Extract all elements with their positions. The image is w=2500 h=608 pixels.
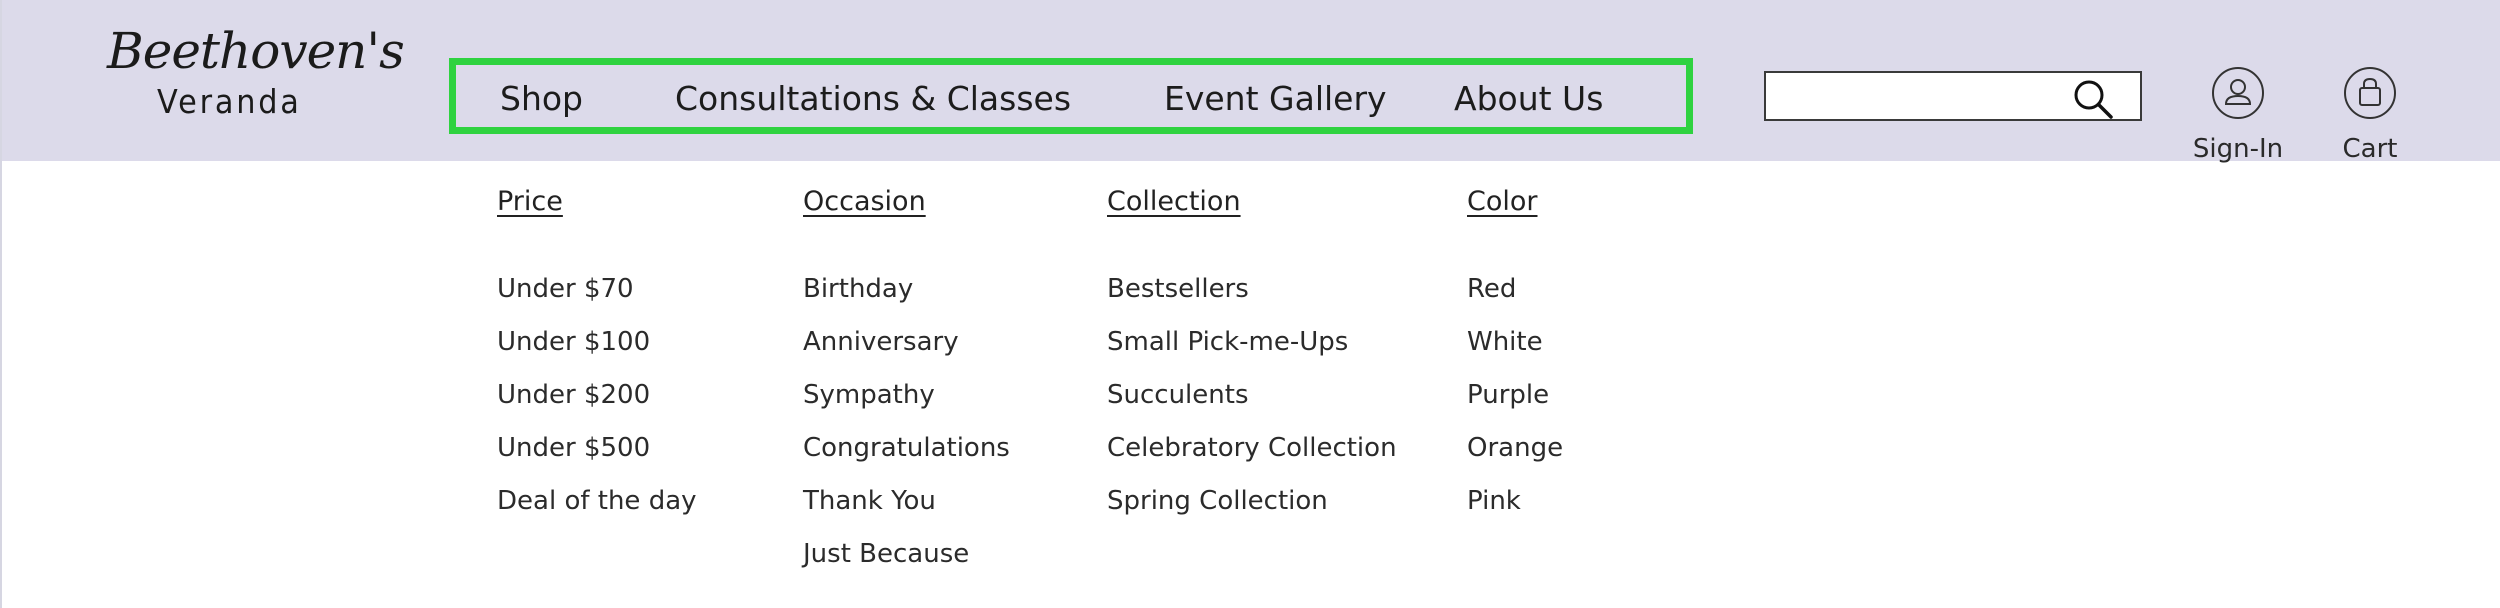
menu-item[interactable]: Celebratory Collection <box>1107 422 1397 475</box>
nav-event-gallery[interactable]: Event Gallery <box>1164 79 1387 118</box>
menu-item[interactable]: Bestsellers <box>1107 263 1397 316</box>
menu-item[interactable]: Birthday <box>803 263 1010 316</box>
main-nav: Shop Consultations & Classes Event Galle… <box>449 58 1693 134</box>
menu-heading-color[interactable]: Color <box>1467 186 1563 217</box>
menu-item[interactable]: Pink <box>1467 475 1563 528</box>
menu-heading-collection[interactable]: Collection <box>1107 186 1397 217</box>
menu-item[interactable]: Orange <box>1467 422 1563 475</box>
menu-item[interactable]: Deal of the day <box>497 475 697 528</box>
menu-column-occasion: Occasion Birthday Anniversary Sympathy C… <box>803 186 1010 581</box>
sign-in-button[interactable]: Sign-In <box>2192 66 2284 164</box>
menu-column-price: Price Under $70 Under $100 Under $200 Un… <box>497 186 697 528</box>
menu-heading-price[interactable]: Price <box>497 186 697 217</box>
menu-heading-occasion[interactable]: Occasion <box>803 186 1010 217</box>
menu-item[interactable]: Small Pick-me-Ups <box>1107 316 1397 369</box>
menu-item[interactable]: Under $100 <box>497 316 697 369</box>
cart-button[interactable]: Cart <box>2338 66 2402 164</box>
cart-label: Cart <box>2342 134 2398 164</box>
nav-about-us[interactable]: About Us <box>1454 79 1603 118</box>
menu-column-collection: Collection Bestsellers Small Pick-me-Ups… <box>1107 186 1397 528</box>
user-icon <box>2212 67 2264 119</box>
site-logo[interactable]: Beethoven's Veranda <box>107 22 405 127</box>
menu-column-color: Color Red White Purple Orange Pink <box>1467 186 1563 528</box>
menu-item[interactable]: Purple <box>1467 369 1563 422</box>
menu-item[interactable]: Sympathy <box>803 369 1010 422</box>
menu-item[interactable]: Anniversary <box>803 316 1010 369</box>
menu-item[interactable]: Under $70 <box>497 263 697 316</box>
logo-script-text: Beethoven's <box>107 22 405 80</box>
menu-item[interactable]: Succulents <box>1107 369 1397 422</box>
menu-item[interactable]: White <box>1467 316 1563 369</box>
menu-item[interactable]: Under $200 <box>497 369 697 422</box>
menu-item[interactable]: Just Because <box>803 528 1010 581</box>
search-icon[interactable] <box>2071 77 2115 121</box>
logo-sub-text: Veranda <box>157 82 302 121</box>
menu-item[interactable]: Congratulations <box>803 422 1010 475</box>
page: Beethoven's Veranda Shop Consultations &… <box>0 0 2500 608</box>
nav-consultations-classes[interactable]: Consultations & Classes <box>675 79 1071 118</box>
search-input[interactable] <box>1764 71 2142 121</box>
site-header: Beethoven's Veranda Shop Consultations &… <box>2 0 2500 164</box>
sign-in-label: Sign-In <box>2192 134 2284 164</box>
shopping-bag-icon <box>2344 67 2396 119</box>
menu-item[interactable]: Thank You <box>803 475 1010 528</box>
nav-shop[interactable]: Shop <box>500 79 583 118</box>
menu-item[interactable]: Spring Collection <box>1107 475 1397 528</box>
menu-item[interactable]: Red <box>1467 263 1563 316</box>
menu-item[interactable]: Under $500 <box>497 422 697 475</box>
